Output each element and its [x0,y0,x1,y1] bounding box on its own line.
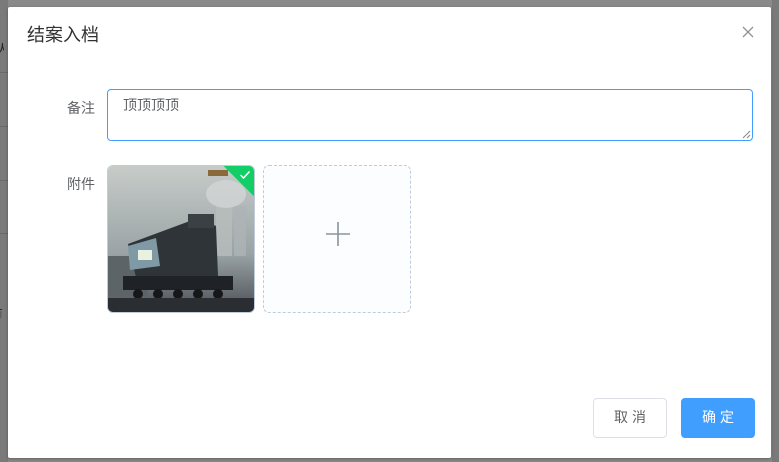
background-page-right [772,0,779,462]
resize-handle-icon[interactable] [742,130,751,139]
background-divider [0,72,8,73]
upload-add-button[interactable] [263,165,411,313]
dialog-title: 结案入档 [27,25,99,46]
remark-label: 备注 [67,101,95,117]
close-icon[interactable] [741,25,755,39]
background-divider [0,126,8,127]
check-icon [239,170,251,180]
remark-textarea[interactable]: 顶顶顶顶 [107,89,753,141]
background-divider [0,180,8,181]
attachment-label: 附件 [67,177,95,193]
background-page-left: 人 前 [0,0,8,462]
plus-icon [326,222,350,246]
cancel-button[interactable]: 取消 [593,398,667,438]
close-case-dialog: 结案入档 备注 顶顶顶顶 附件 取消 确定 [8,7,771,458]
uploaded-image-thumbnail[interactable] [107,165,255,313]
confirm-button[interactable]: 确定 [681,398,755,438]
background-divider [0,233,8,234]
background-text: 人 [0,39,4,58]
train-photo-image [108,166,254,312]
background-text: 前 [0,303,2,322]
